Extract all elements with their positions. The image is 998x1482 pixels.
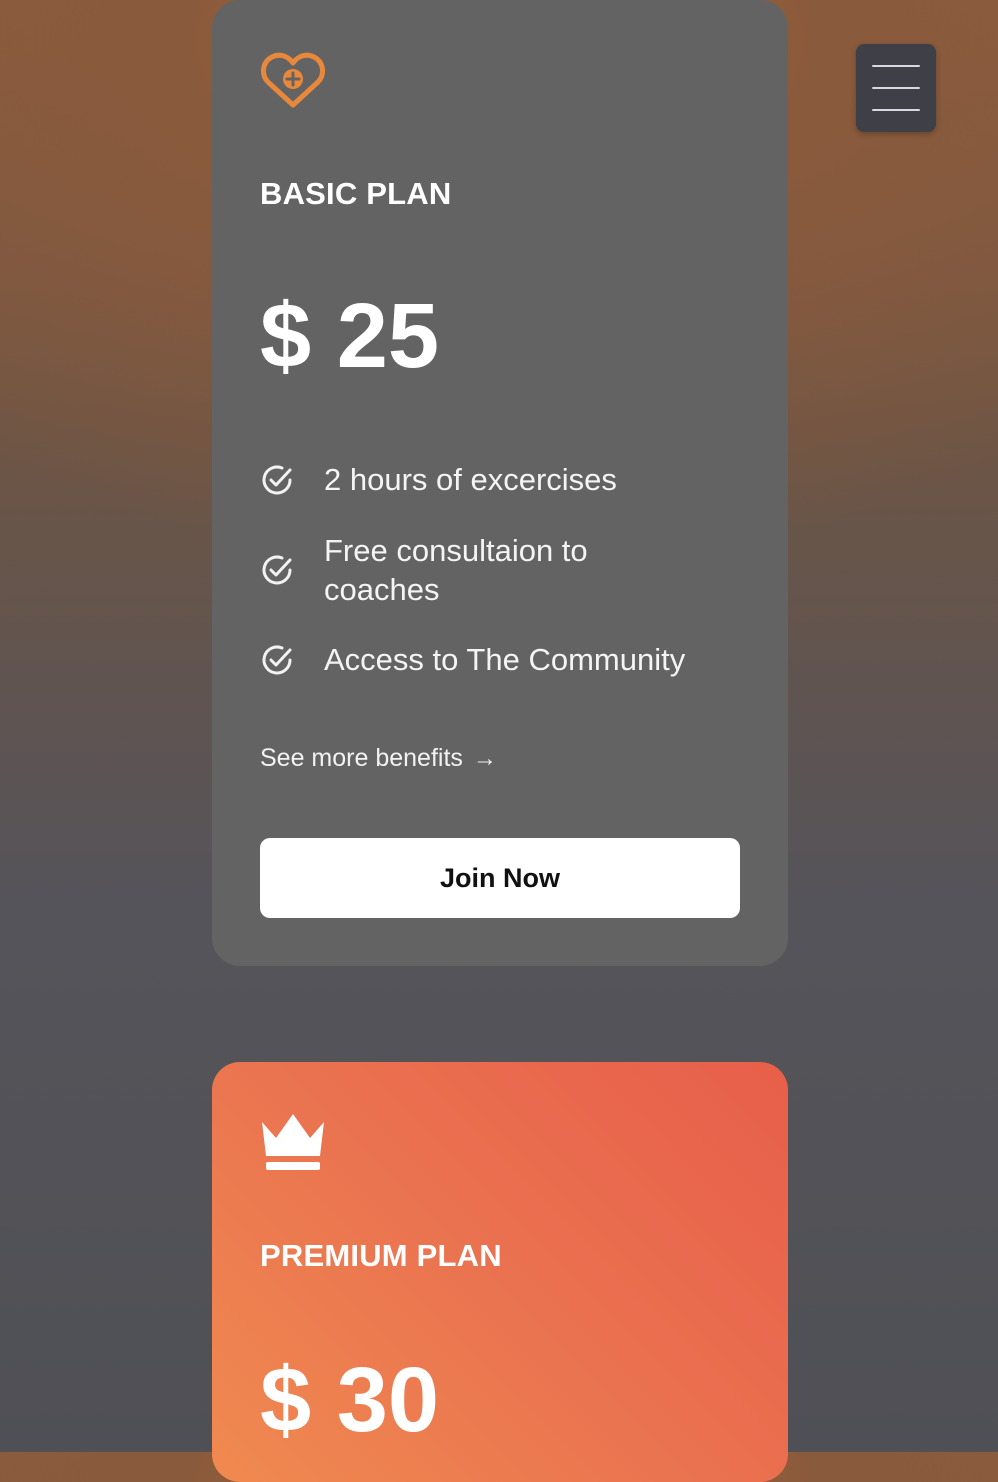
- crown-icon: [262, 1114, 324, 1170]
- feature-text: Access to The Community: [324, 642, 686, 677]
- menu-button[interactable]: [856, 44, 936, 132]
- hamburger-menu-icon-bar-1: [872, 65, 920, 67]
- join-now-button[interactable]: Join Now: [260, 838, 740, 918]
- feature-item: Access to The Community: [260, 640, 740, 679]
- check-circle-icon: [262, 555, 292, 585]
- check-circle-icon: [262, 465, 292, 494]
- hamburger-menu-icon-bar-2: [872, 87, 920, 89]
- see-more-label: See more benefits: [260, 744, 463, 772]
- arrow-right-icon: →: [472, 744, 497, 772]
- hamburger-menu-icon-bar-3: [872, 109, 920, 111]
- feature-item: Free consultaion to coaches: [260, 531, 740, 609]
- feature-text: 2 hours of excercises: [324, 462, 617, 497]
- plan-title: BASIC PLAN: [260, 176, 452, 211]
- check-circle-icon: [262, 645, 292, 674]
- plan-price: $ 25: [260, 285, 440, 387]
- see-more-benefits-link[interactable]: See more benefits →: [260, 744, 497, 773]
- feature-item: 2 hours of excercises: [260, 460, 740, 499]
- heart-plus-icon: [261, 52, 325, 108]
- basic-plan-card: BASIC PLAN $ 25 2 hours of excercises Fr…: [212, 0, 788, 966]
- plan-title: PREMIUM PLAN: [260, 1238, 502, 1273]
- plan-price: $ 30: [260, 1349, 440, 1451]
- feature-text: Free consultaion to coaches: [324, 533, 588, 607]
